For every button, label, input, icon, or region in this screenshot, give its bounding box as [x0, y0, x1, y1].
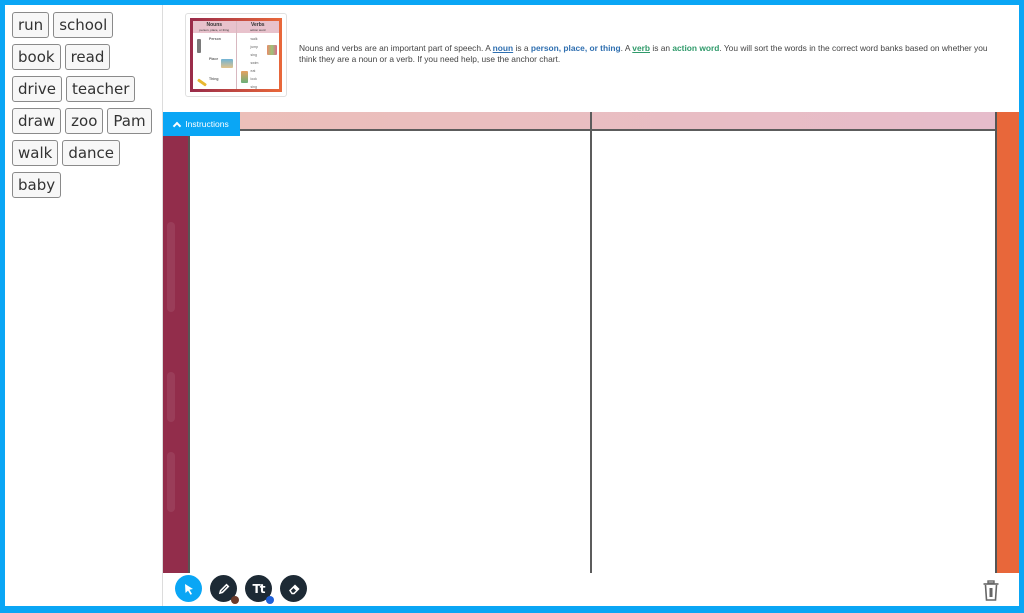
- pen-color-indicator: [231, 596, 239, 604]
- description-text: is an: [650, 43, 673, 53]
- word-bank-row: draw zoo Pam: [12, 108, 152, 134]
- activity-frame: run school book read drive teacher draw …: [5, 5, 1019, 606]
- word-chip[interactable]: dance: [62, 140, 121, 166]
- band-gloss: [167, 372, 175, 422]
- verbs-column-band: [995, 112, 1019, 573]
- noun-link[interactable]: noun: [493, 43, 513, 53]
- word-chip[interactable]: draw: [12, 108, 62, 134]
- eraser-tool-button[interactable]: [280, 575, 307, 602]
- anchor-chart-verbs-header: Verbs action word: [236, 21, 279, 33]
- word-bank: run school book read drive teacher draw …: [5, 5, 163, 606]
- instructions-toggle-button[interactable]: Instructions: [163, 112, 240, 136]
- word-chip[interactable]: book: [12, 44, 61, 70]
- word-chip[interactable]: zoo: [65, 108, 104, 134]
- nouns-column-band: [163, 132, 190, 573]
- band-gloss: [167, 222, 175, 312]
- word-bank-row: walk dance: [12, 140, 121, 166]
- verb-definition: action word: [672, 43, 720, 53]
- anchor-chart: Nouns person, place, or thing Person Pla…: [190, 18, 282, 92]
- text-color-indicator: [266, 596, 274, 604]
- description-text: Nouns and verbs are an important part of…: [299, 43, 493, 53]
- activity-header: Nouns person, place, or thing Person Pla…: [163, 5, 1019, 112]
- pen-tool-button[interactable]: [210, 575, 239, 604]
- word-bank-row: drive teacher: [12, 76, 136, 102]
- noun-group-label: Person: [209, 37, 221, 41]
- activity-description: Nouns and verbs are an important part of…: [299, 43, 999, 65]
- word-chip[interactable]: walk: [12, 140, 59, 166]
- word-chip[interactable]: read: [64, 44, 111, 70]
- description-text: . A: [620, 43, 633, 53]
- band-gloss: [167, 452, 175, 512]
- word-bank-row: baby: [12, 172, 62, 198]
- eraser-icon: [288, 583, 300, 594]
- kids-image: [266, 45, 277, 55]
- verb-link[interactable]: verb: [632, 43, 650, 53]
- word-chip[interactable]: Pam: [107, 108, 152, 134]
- pencil-icon: [218, 583, 229, 594]
- text-tool-button[interactable]: Tt: [245, 575, 274, 604]
- chevron-up-icon: [173, 121, 182, 130]
- noun-group-label: Place: [209, 57, 219, 61]
- verbs-subtitle: action word: [250, 28, 266, 32]
- verb-word: sing: [250, 85, 257, 89]
- drawing-toolbar: Tt: [175, 575, 307, 605]
- anchor-chart-verbs-column: Verbs action word walk jump sing swim ea…: [235, 21, 279, 89]
- girl-image: [240, 71, 248, 83]
- verb-word: look: [250, 77, 257, 81]
- word-chip[interactable]: school: [53, 12, 114, 38]
- verb-word: eat: [250, 69, 256, 73]
- instructions-label: Instructions: [185, 119, 229, 129]
- verbs-drop-zone[interactable]: [592, 133, 995, 573]
- cursor-arrow-icon: [184, 583, 193, 595]
- text-icon: Tt: [252, 581, 266, 596]
- anchor-chart-nouns-header: Nouns person, place, or thing: [193, 21, 236, 33]
- sorting-board: Instructions: [163, 112, 1019, 573]
- word-chip[interactable]: drive: [12, 76, 62, 102]
- anchor-chart-thumbnail[interactable]: Nouns person, place, or thing Person Pla…: [185, 13, 287, 97]
- description-text: is a: [513, 43, 531, 53]
- pencil-image: [197, 78, 207, 87]
- word-chip[interactable]: run: [12, 12, 50, 38]
- word-chip[interactable]: baby: [12, 172, 62, 198]
- anchor-chart-nouns-column: Nouns person, place, or thing Person Pla…: [193, 21, 236, 89]
- nouns-subtitle: person, place, or thing: [199, 28, 230, 32]
- verb-word: walk: [250, 37, 258, 41]
- noun-definition: person, place, or thing: [530, 43, 621, 53]
- word-chip[interactable]: teacher: [65, 76, 136, 102]
- nouns-drop-zone[interactable]: [192, 133, 590, 573]
- word-bank-row: book read: [12, 44, 111, 70]
- verb-word: jump: [250, 45, 259, 49]
- word-bank-row: run school: [12, 12, 114, 38]
- verb-word: sing: [250, 53, 257, 57]
- place-image: [221, 59, 233, 68]
- verb-word: swim: [250, 61, 259, 65]
- trash-icon: [983, 580, 999, 601]
- select-tool-button[interactable]: [175, 575, 202, 602]
- noun-group-label: Thing: [209, 77, 219, 81]
- person-image: [197, 39, 201, 53]
- delete-button[interactable]: [982, 580, 1000, 602]
- board-header-band: [190, 112, 995, 131]
